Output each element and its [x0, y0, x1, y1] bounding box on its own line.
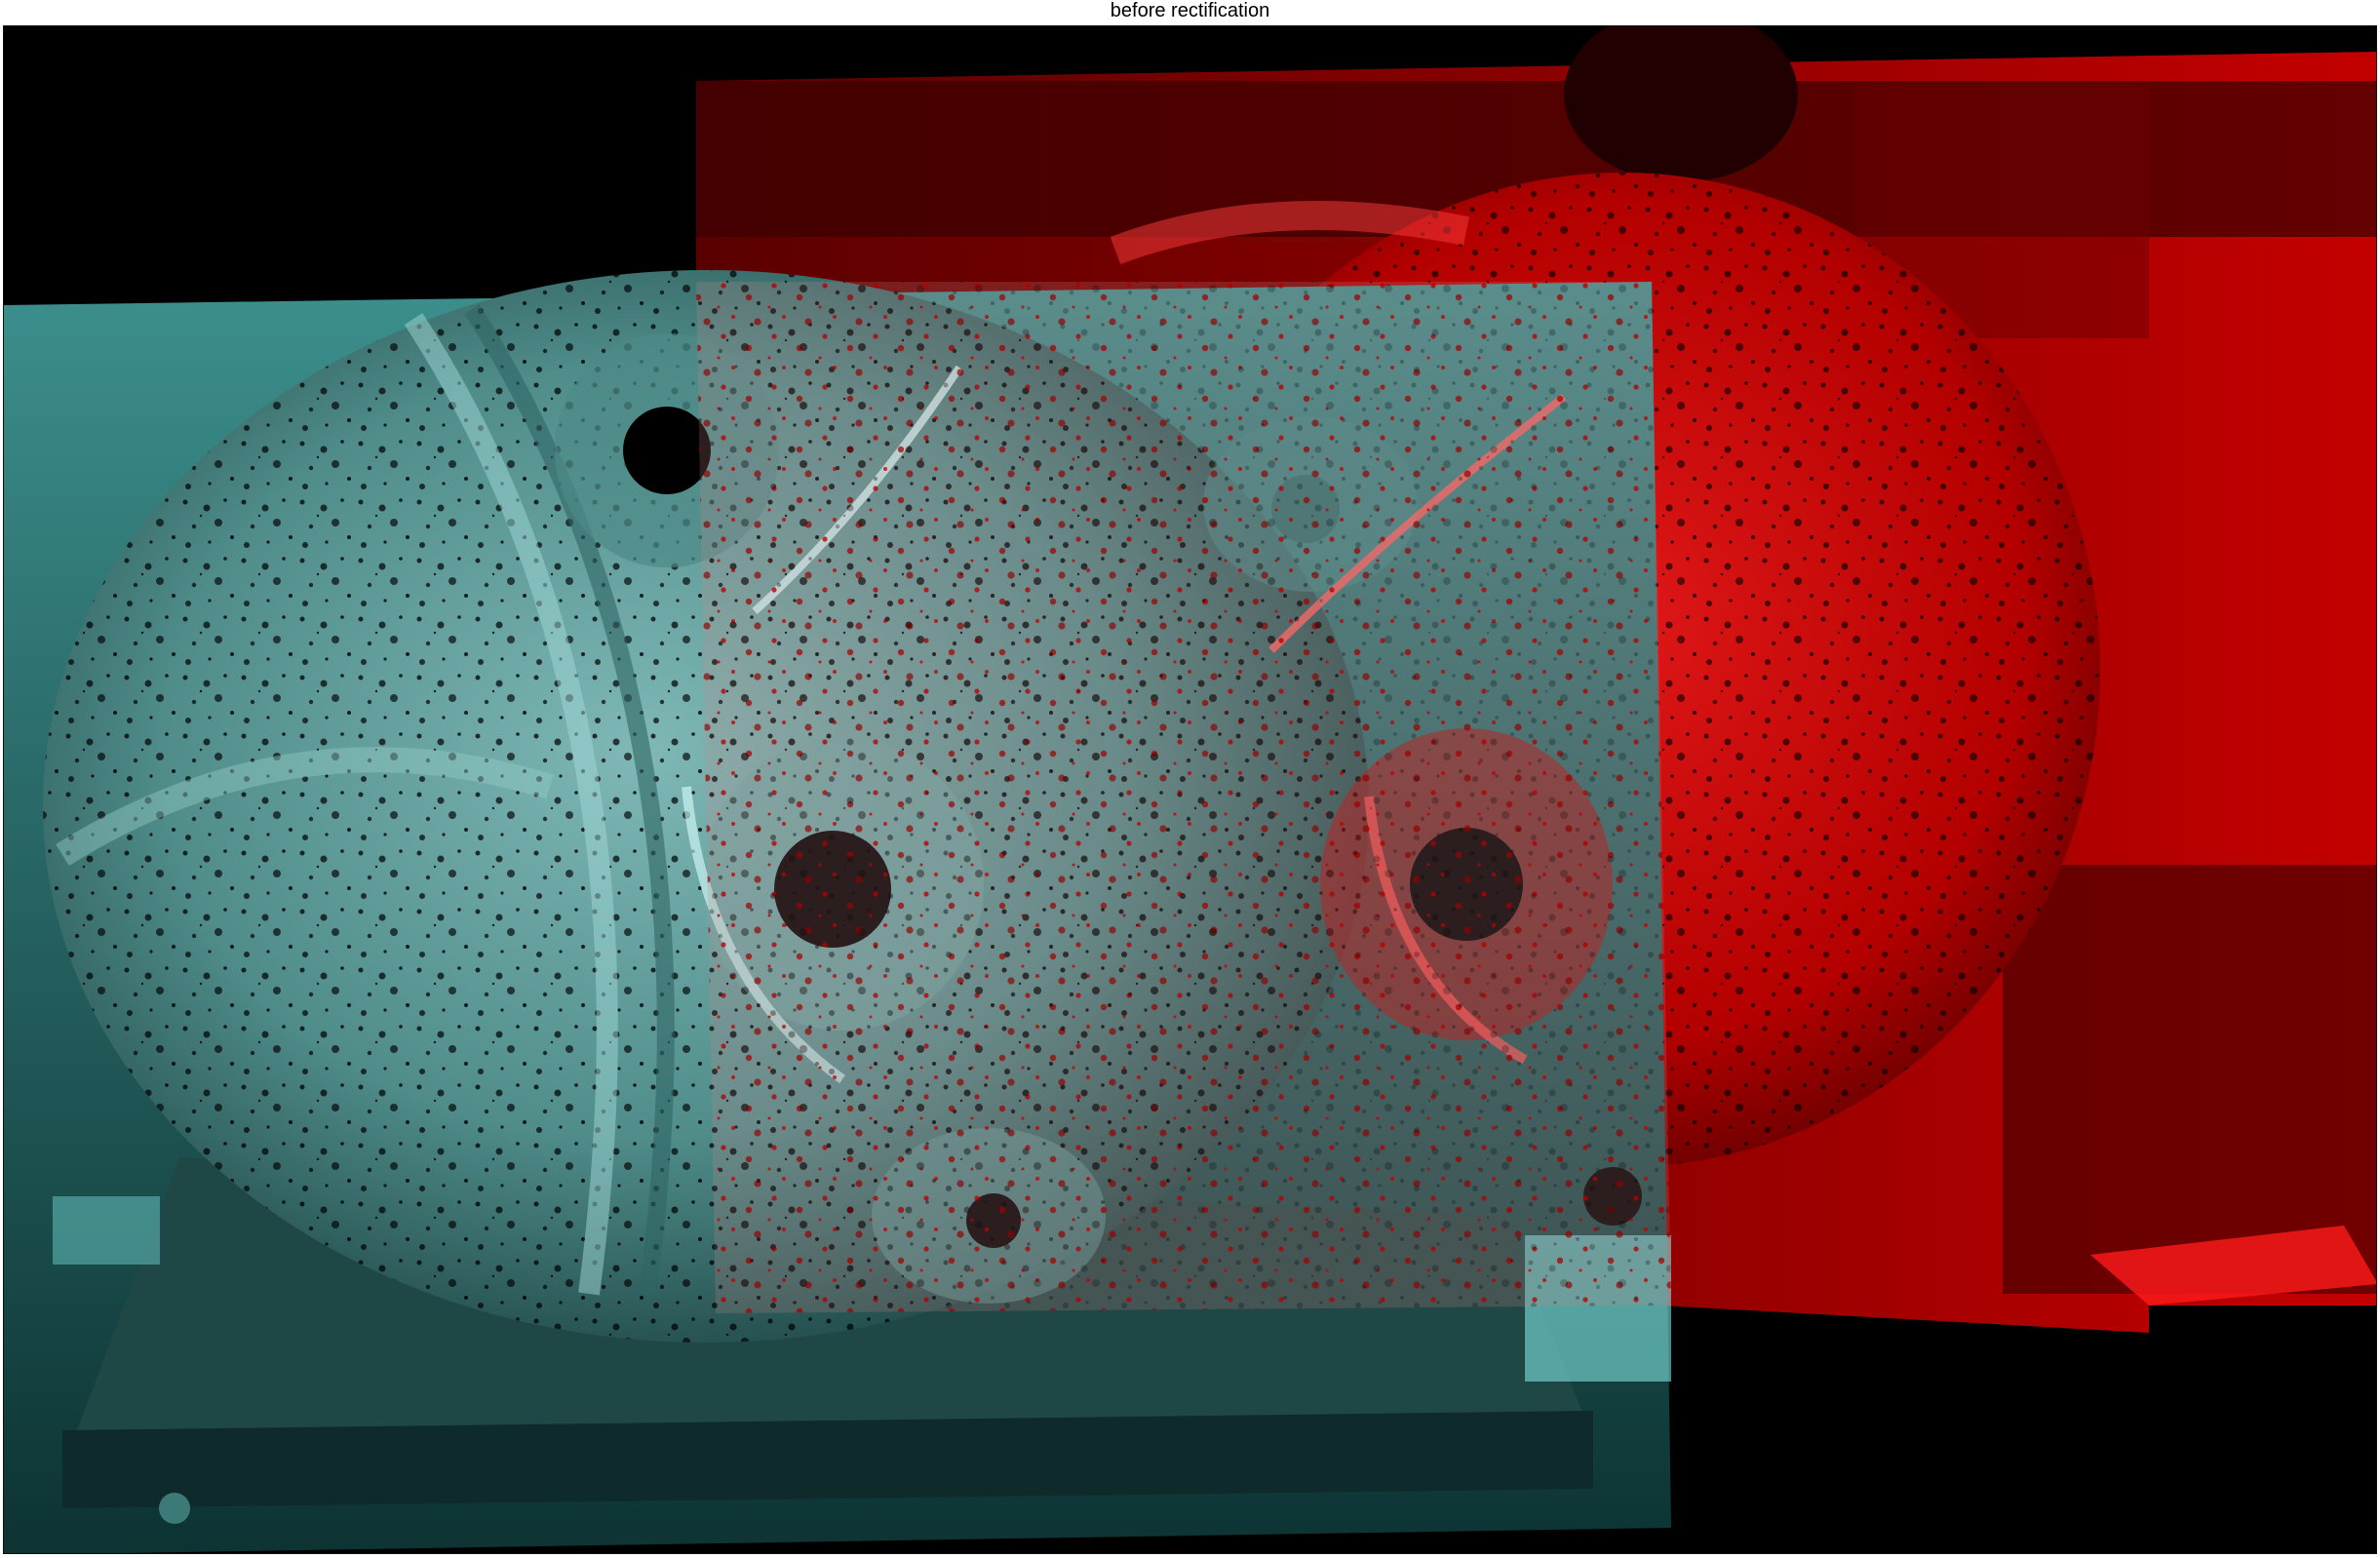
hole-1 — [623, 407, 711, 494]
figure-title: before rectification — [1110, 0, 1270, 21]
image-axes — [3, 25, 2377, 1554]
anaglyph-image — [4, 26, 2376, 1553]
